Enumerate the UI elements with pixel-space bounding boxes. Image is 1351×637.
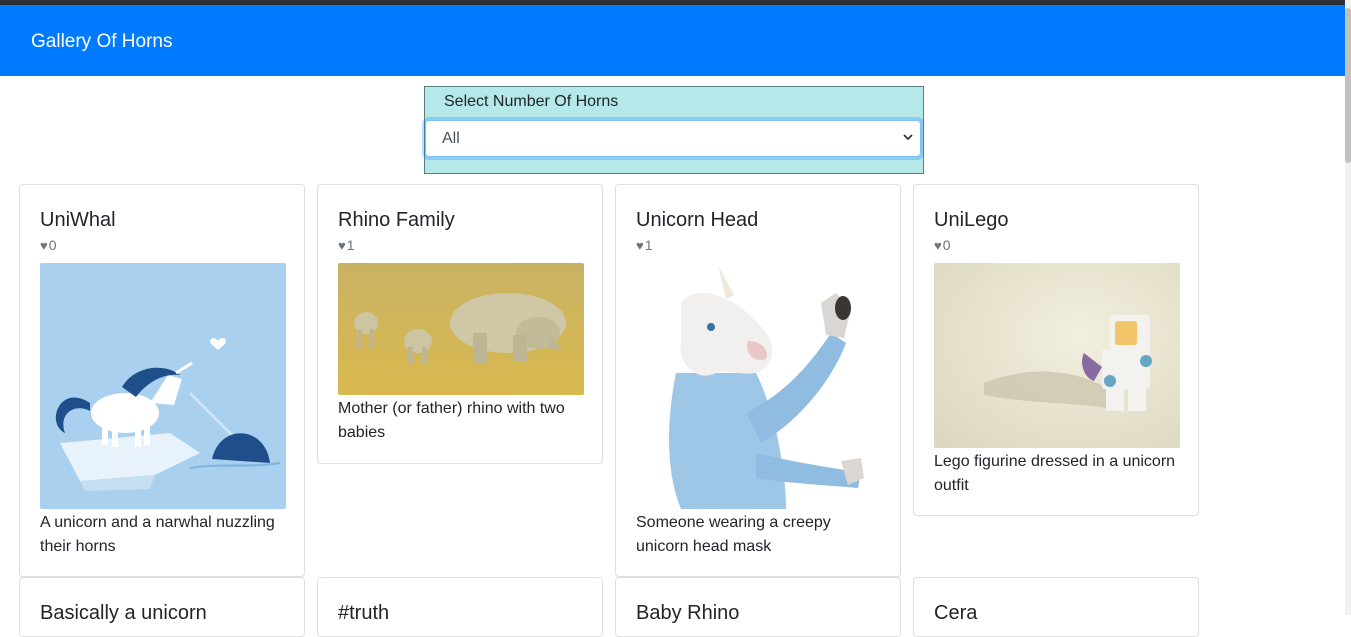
card-title: UniLego — [934, 209, 1009, 231]
filter-label: Select Number Of Horns — [444, 93, 619, 110]
card-description: Lego figurine dressed in a unicorn outfi… — [934, 453, 1176, 494]
likes-count: ♥1 — [636, 237, 653, 253]
gallery-card[interactable]: Cera — [913, 577, 1199, 637]
card-description: Mother (or father) rhino with two babies — [338, 400, 565, 441]
likes-count: ♥0 — [40, 237, 57, 253]
gallery-card[interactable]: #truth — [317, 577, 603, 637]
card-title: Basically a unicorn — [40, 602, 207, 624]
gallery-card[interactable]: Basically a unicorn — [19, 577, 305, 637]
heart-icon: ♥ — [338, 238, 346, 253]
navbar: Gallery Of Horns — [0, 5, 1345, 76]
heart-icon: ♥ — [636, 238, 644, 253]
gallery-card[interactable]: UniWhal ♥0 A unicorn and a narwhal nuzzl… — [19, 184, 305, 577]
card-title: Baby Rhino — [636, 602, 740, 624]
gallery-card[interactable]: Rhino Family ♥1 Mother (or father) rhino… — [317, 184, 603, 464]
card-title: Cera — [934, 602, 978, 624]
card-title: UniWhal — [40, 209, 116, 231]
card-image[interactable] — [934, 263, 1180, 448]
card-title: Unicorn Head — [636, 209, 759, 231]
horn-filter-form: Select Number Of Horns All — [424, 86, 924, 174]
card-title: Rhino Family — [338, 209, 455, 231]
scrollbar[interactable] — [1345, 0, 1351, 615]
gallery-card[interactable]: Baby Rhino — [615, 577, 901, 637]
horn-count-select[interactable]: All — [425, 120, 921, 157]
select-value: All — [442, 130, 460, 147]
gallery-card[interactable]: UniLego ♥0 Lego figurine dressed in a un… — [913, 184, 1199, 516]
gallery-card[interactable]: Unicorn Head ♥1 Someone wearing a creepy… — [615, 184, 901, 577]
card-image[interactable] — [40, 263, 286, 509]
card-title: #truth — [338, 602, 390, 624]
likes-count: ♥0 — [934, 237, 951, 253]
card-image[interactable] — [636, 263, 882, 509]
card-description: Someone wearing a creepy unicorn head ma… — [636, 514, 831, 555]
likes-count: ♥1 — [338, 237, 355, 253]
card-image[interactable] — [338, 263, 584, 395]
heart-icon: ♥ — [934, 238, 942, 253]
page-title: Gallery Of Horns — [31, 31, 173, 52]
chevron-down-icon — [903, 134, 913, 141]
heart-icon: ♥ — [40, 238, 48, 253]
card-description: A unicorn and a narwhal nuzzling their h… — [40, 514, 275, 555]
scrollbar-thumb[interactable] — [1345, 8, 1351, 163]
